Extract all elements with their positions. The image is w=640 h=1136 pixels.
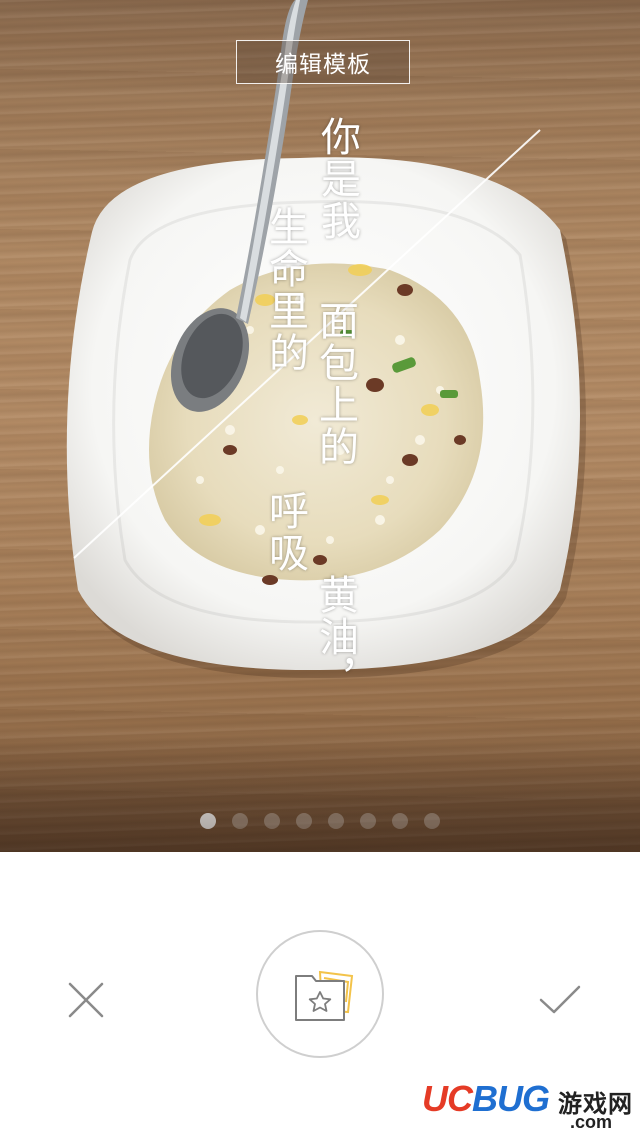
watermark-brand: UCBUG: [422, 1078, 550, 1119]
page-dot[interactable]: [392, 813, 408, 829]
poem-line-3: 生命里的: [262, 206, 308, 374]
page-dot[interactable]: [328, 813, 344, 829]
confirm-button[interactable]: [538, 982, 582, 1018]
page-dot[interactable]: [200, 813, 216, 829]
page-dot[interactable]: [264, 813, 280, 829]
ucbug-watermark-logo: UCBUG 游戏网 .com: [420, 1076, 636, 1134]
edit-template-button[interactable]: 编辑模板: [236, 40, 410, 84]
save-to-favorites-button[interactable]: [256, 930, 384, 1058]
folder-star-icon: [295, 970, 354, 1021]
poem-line-1: 你是我: [314, 116, 360, 242]
poem-line-2: 面包上的: [312, 300, 358, 468]
poem-line-4: 呼吸: [262, 490, 308, 574]
page-dot[interactable]: [232, 813, 248, 829]
watermark-domain: .com: [570, 1112, 613, 1132]
page-indicator: [200, 813, 440, 829]
close-icon: [68, 982, 104, 1018]
close-button[interactable]: [66, 980, 106, 1020]
edit-template-label: 编辑模板: [275, 52, 371, 78]
page-dot[interactable]: [424, 813, 440, 829]
page-dot[interactable]: [296, 813, 312, 829]
checkmark-icon: [539, 985, 581, 1014]
template-photo[interactable]: 编辑模板 你是我 面包上的 生命里的 呼吸 黄油，: [0, 0, 640, 852]
poem-line-5: 黄油，: [312, 574, 358, 700]
page-dot[interactable]: [360, 813, 376, 829]
